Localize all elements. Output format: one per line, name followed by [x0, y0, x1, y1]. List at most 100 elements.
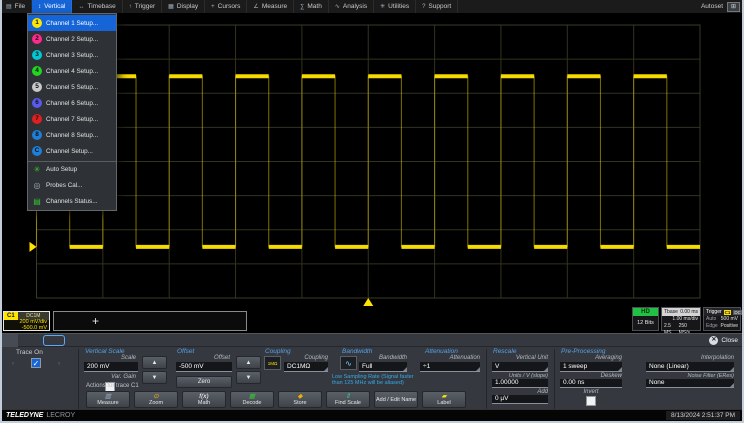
c1-trace-descriptor[interactable]: C1 DC1M 200 mV/div -500.0 mV	[3, 311, 50, 331]
autoset-label: Autoset	[701, 3, 723, 10]
trace-action-button[interactable]: ▰ Label	[422, 391, 466, 408]
coupling-combo[interactable]: DC1MΩ	[284, 362, 328, 372]
close-icon[interactable]: ✕	[709, 336, 718, 345]
dropdown-menu-item[interactable]: 2 Channel 2 Setup...	[28, 31, 116, 47]
menu-item[interactable]: ↔ Timebase	[72, 0, 122, 13]
panel-divider	[78, 349, 79, 409]
attenuation-combo[interactable]: ÷1	[420, 362, 480, 372]
menu-item[interactable]: ↑ Trigger	[123, 0, 162, 13]
menu-item-icon: ▦	[168, 3, 174, 10]
dropdown-menu-item[interactable]: ▤ Channels Status...	[28, 193, 116, 209]
menu-item[interactable]: ↕ Vertical	[32, 0, 72, 13]
dropdown-menu-item[interactable]: ◎ Probes Cal...	[28, 177, 116, 193]
add-trace-plus-icon[interactable]: +	[92, 314, 99, 328]
interpolation-label: Interpolation	[646, 355, 734, 361]
units-per-v-field[interactable]: 1.00000	[492, 379, 548, 388]
menu-item[interactable]: ∿ Analysis	[329, 0, 374, 13]
offset-down-button[interactable]: ▼	[236, 371, 261, 384]
action-label: Math	[198, 400, 210, 406]
channel-setup-panel: ✕ Close Trace On ✓ ‹ › Vertical Scale Sc…	[0, 333, 744, 409]
close-button[interactable]: ✕ Close	[709, 336, 738, 345]
trace-action-button[interactable]: ◆ Store	[278, 391, 322, 408]
trace-action-button[interactable]: f(x) Math	[182, 391, 226, 408]
trace-action-button[interactable]: Add / Edit Name	[374, 391, 418, 408]
channel-chip[interactable]	[176, 336, 196, 345]
dropdown-item-label: Channel 6 Setup...	[46, 100, 98, 107]
action-label: Measure	[97, 400, 118, 406]
action-label: Label	[437, 400, 450, 406]
noise-filter-combo[interactable]: None	[646, 379, 734, 388]
dropdown-menu-item[interactable]: 3 Channel 3 Setup...	[28, 47, 116, 63]
trigger-label: Trigger	[706, 309, 722, 315]
trace-on-checkbox[interactable]: ✓	[31, 358, 41, 368]
dropdown-menu-item[interactable]: C Channel Setup...	[28, 143, 116, 159]
channel-chip[interactable]	[198, 336, 218, 345]
timebase-label: Tbase	[664, 309, 678, 315]
actions-label: Actions for trace C1	[86, 383, 139, 389]
menu-item-icon: ▤	[6, 3, 12, 10]
bandwidth-combo[interactable]: Full	[359, 362, 407, 372]
menu-item[interactable]: ▦ Display	[162, 0, 205, 13]
add-trace-box[interactable]: +	[53, 311, 247, 331]
trigger-header: Trigger C1 DC	[704, 308, 740, 316]
interpolation-combo[interactable]: None (Linear)	[646, 362, 734, 372]
menu-item[interactable]: + Cursors	[205, 0, 247, 13]
panel-tab[interactable]	[18, 334, 36, 347]
channel-chip[interactable]	[88, 336, 108, 345]
trace-action-button[interactable]: ▥ Measure	[86, 391, 130, 408]
coupling-label: Coupling	[284, 355, 328, 361]
scale-field[interactable]: 200 mV	[84, 362, 138, 372]
trace-action-button[interactable]: ⇕ Find Scale	[326, 391, 370, 408]
panel-tab[interactable]	[0, 334, 18, 347]
c1-label: C1	[4, 312, 18, 320]
scale-down-button[interactable]: ▼	[142, 371, 167, 384]
prev-channel-arrow[interactable]: ‹	[12, 361, 14, 367]
channel-chip[interactable]	[66, 336, 86, 345]
status-bar: TELEDYNE LECROY 8/13/2024 2:51:37 PM	[0, 409, 744, 421]
channel-chip[interactable]	[132, 336, 152, 345]
dropdown-menu-item[interactable]: 7 Channel 7 Setup...	[28, 111, 116, 127]
vertical-unit-combo[interactable]: V	[492, 362, 548, 372]
dropdown-menu-item[interactable]: 4 Channel 4 Setup...	[28, 63, 116, 79]
touchscreen-icon[interactable]: ⊞	[727, 2, 740, 12]
channel-badge-icon: 5	[32, 82, 42, 92]
autoset-button[interactable]: Autoset ⊞	[697, 0, 744, 13]
hd-mode-box[interactable]: HD 12 Bits	[632, 307, 659, 331]
menu-item[interactable]: ▤ File	[0, 0, 32, 13]
dropdown-menu-item[interactable]: 6 Channel 6 Setup...	[28, 95, 116, 111]
zero-offset-button[interactable]: Zero	[176, 376, 232, 388]
vertical-unit-label: Vertical Unit	[492, 355, 548, 361]
trace-action-button[interactable]: ▦ Decode	[230, 391, 274, 408]
averaging-label: Averaging	[560, 355, 622, 361]
channel-chip[interactable]	[44, 336, 64, 345]
timebase-box[interactable]: Tbase 0.00 ms 1.00 ms/div 2.5 MS 250 MS/…	[661, 307, 701, 331]
vertical-scale-title: Vertical Scale	[85, 348, 125, 355]
dropdown-menu-item[interactable]: ✳ Auto Setup	[28, 161, 116, 177]
offset-up-button[interactable]: ▲	[236, 356, 261, 369]
dropdown-menu-item[interactable]: 5 Channel 5 Setup...	[28, 79, 116, 95]
attenuation-label: Attenuation	[420, 355, 480, 361]
channel-chip[interactable]	[154, 336, 174, 345]
menu-item[interactable]: ∠ Measure	[247, 0, 294, 13]
channel-badge-icon: 2	[32, 34, 42, 44]
trigger-box[interactable]: Trigger C1 DC Auto 500 mV Edge Positive	[703, 307, 741, 331]
next-channel-arrow[interactable]: ›	[58, 361, 60, 367]
scale-up-button[interactable]: ▲	[142, 356, 167, 369]
datetime-display: 8/13/2024 2:51:37 PM	[666, 411, 740, 420]
menu-item[interactable]: ∑ Math	[294, 0, 329, 13]
trace-on-label: Trace On	[16, 349, 43, 356]
menu-item[interactable]: ? Support	[416, 0, 458, 13]
trace-action-button[interactable]: ⊙ Zoom	[134, 391, 178, 408]
menu-glyph-icon: ▤	[32, 197, 42, 206]
averaging-combo[interactable]: 1 sweep	[560, 362, 622, 372]
hd-bits: 12 Bits	[633, 316, 658, 330]
add-field[interactable]: 0 µV	[492, 395, 548, 404]
dropdown-menu-item[interactable]: 1 Channel 1 Setup...	[28, 15, 116, 31]
deskew-field[interactable]: 0.00 ns	[560, 379, 622, 388]
channel-chip[interactable]	[110, 336, 130, 345]
offset-field[interactable]: -500 mV	[176, 362, 232, 372]
c1-offset-value: -500.0 mV	[4, 326, 49, 332]
dropdown-menu-item[interactable]: 8 Channel 8 Setup...	[28, 127, 116, 143]
menu-item[interactable]: ✳ Utilities	[374, 0, 416, 13]
invert-checkbox[interactable]	[586, 396, 596, 406]
